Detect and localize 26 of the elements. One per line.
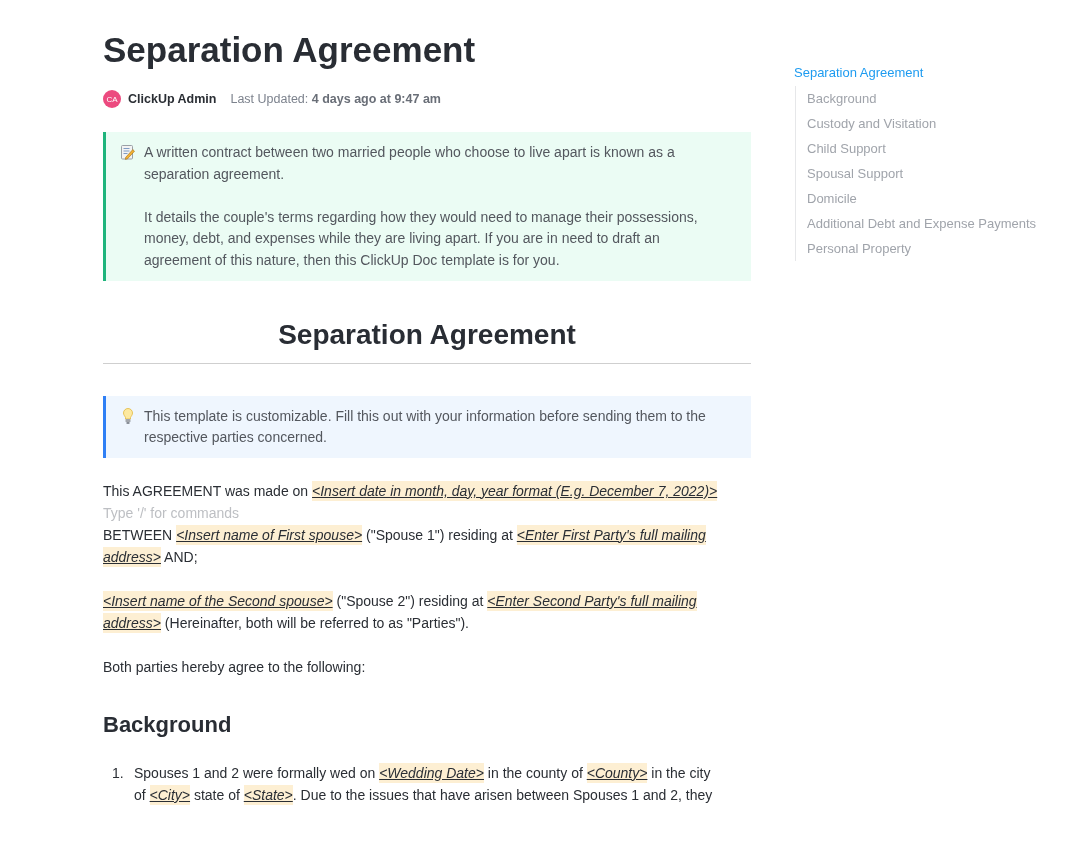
list-number: 1. — [111, 763, 125, 783]
outline-link[interactable]: Spousal Support — [807, 161, 904, 186]
outline-link[interactable]: Separation Agreement — [794, 64, 924, 82]
callout-text: This template is customizable. Fill this out with your information before sending them to the respective parties concerned. — [144, 406, 707, 448]
agreement-paragraph: BETWEEN <Insert name of First spouse> ("Spouse 1") residing at <Enter First Party's full mailing address> AND; — [103, 523, 707, 568]
outline-link[interactable]: Child Support — [807, 136, 886, 161]
outline-link[interactable]: Custody and Visitation — [807, 111, 937, 136]
memo-icon — [121, 145, 135, 161]
list-item-text: Spouses 1 and 2 were formally wed on <Wedding Date> in the county of <County> in the city of <City> state of <State>. Due to the issues that have arisen between Spouses 1 and 2, they — [134, 761, 714, 806]
outline-link[interactable]: Personal Property — [807, 236, 912, 261]
outline-link[interactable]: Background — [807, 86, 877, 111]
callout-text: It details the couple's terms regarding how they would need to manage their possessions, money, debt, and expenses while they are living apart. If you are in need to draft an agreement of this nature, then this ClickUp Doc template is for you. — [144, 207, 699, 270]
author-avatar: CA — [103, 90, 121, 108]
last-updated: Last Updated: 4 days ago at 9:47 am — [230, 92, 441, 106]
lightbulb-icon — [123, 408, 133, 425]
doc-title: Separation Agreement — [103, 29, 476, 71]
callout-text: A written contract between two married people who choose to live apart is known as a separation agreement. — [144, 143, 676, 184]
section-heading: Background — [103, 710, 232, 739]
outline-link[interactable]: Additional Debt and Expense Payments — [807, 211, 1037, 236]
author-name: ClickUp Admin — [128, 92, 217, 106]
agreement-paragraph: This AGREEMENT was made on <Insert date in month, day, year format (E.g. December 7, 2022)> — [103, 479, 719, 502]
empty-line-field[interactable]: Type '/' for commands — [103, 501, 751, 524]
section-title: Separation Agreement — [278, 317, 576, 352]
agreement-paragraph: Both parties hereby agree to the following: — [103, 657, 367, 677]
agreement-paragraph: <Insert name of the Second spouse> ("Spouse 2") residing at <Enter Second Party's full mailing address> (Hereinafter, both will be referred to as "Parties"). — [103, 589, 698, 634]
outline-link[interactable]: Domicile — [807, 186, 857, 211]
